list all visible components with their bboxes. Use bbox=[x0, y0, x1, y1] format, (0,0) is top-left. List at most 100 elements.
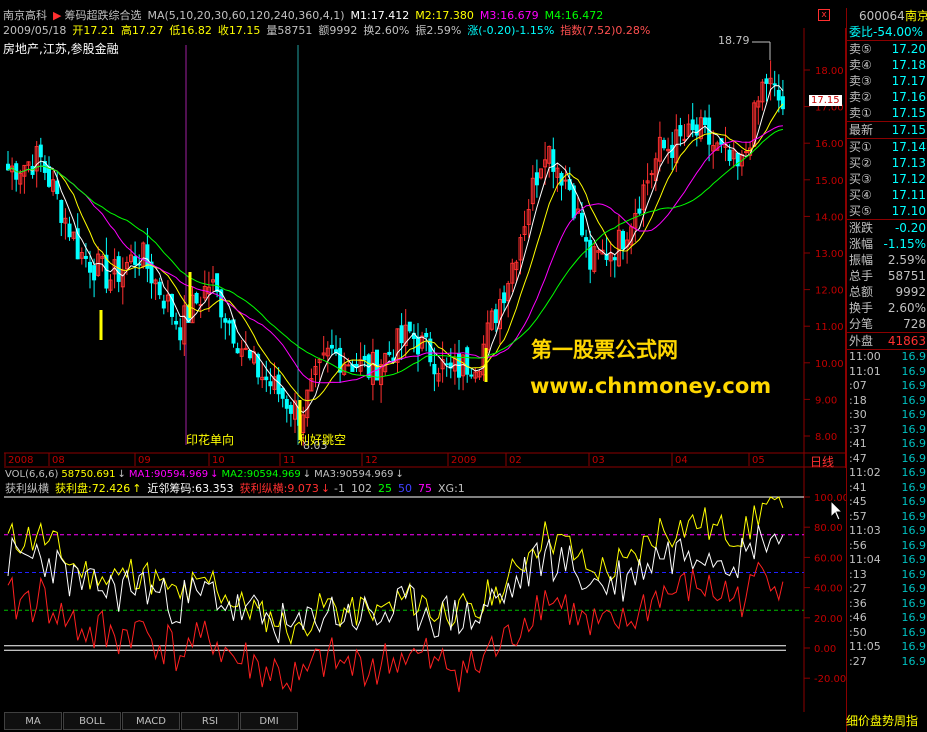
tick-time: 11:04 bbox=[849, 553, 881, 566]
outer-value: 41863 bbox=[887, 334, 926, 348]
annotation-good-news-gap: 利好跳空 bbox=[298, 433, 347, 447]
ask-row-5: 卖① 17.15 bbox=[847, 105, 927, 121]
stat-row-4: 总手 58751 bbox=[847, 268, 927, 284]
tick-time: :36 bbox=[849, 596, 867, 610]
candle-body bbox=[703, 117, 707, 126]
tick-row: :41 16.9 bbox=[847, 481, 927, 496]
stat-row-6-label: 换手 bbox=[849, 301, 874, 315]
candle-body bbox=[551, 149, 556, 172]
candle-body bbox=[502, 292, 507, 304]
tick-price: 16.9 bbox=[901, 422, 927, 436]
candle-body bbox=[92, 265, 97, 281]
price-axis-label: 11.00 bbox=[815, 322, 844, 333]
tick-row: :30 16.9 bbox=[847, 408, 927, 423]
ind-axis-label: 0.00 bbox=[814, 644, 836, 655]
ind-axis-label: 40.00 bbox=[814, 584, 843, 595]
date-axis-label: 08 bbox=[52, 455, 65, 466]
indicator-chart[interactable]: 100.0080.0060.0040.0020.000.00-20.00 bbox=[0, 467, 846, 712]
price-axis-label: 13.00 bbox=[815, 249, 844, 260]
tick-time: :30 bbox=[849, 408, 867, 421]
weibi-row: 委比-54.00% bbox=[847, 24, 927, 41]
candle-body bbox=[727, 149, 732, 162]
tick-row: :27 16.9 bbox=[847, 655, 927, 670]
candlestick-chart[interactable]: 18.0017.0016.0015.0014.0013.0012.0011.00… bbox=[0, 0, 846, 470]
price-axis-label: 18.00 bbox=[815, 66, 844, 77]
bid-row-2: 买② 17.13 bbox=[847, 155, 927, 171]
tab-rsi[interactable]: RSI bbox=[181, 712, 239, 730]
tick-price: 16.9 bbox=[901, 437, 927, 450]
candle-body bbox=[662, 139, 666, 149]
candle-body bbox=[215, 273, 220, 293]
bid-row-3-label: 买③ bbox=[849, 172, 872, 186]
tab-macd[interactable]: MACD bbox=[122, 712, 180, 730]
candle-body bbox=[465, 347, 470, 375]
candle-body bbox=[67, 223, 72, 238]
candle-body bbox=[178, 327, 183, 341]
stat-row-2: 涨幅 -1.15% bbox=[847, 236, 927, 252]
tick-price: 16.9 bbox=[901, 538, 927, 552]
tick-time: :47 bbox=[849, 451, 867, 465]
price-axis-label: 16.00 bbox=[815, 139, 844, 150]
price-axis-label: 9.00 bbox=[815, 395, 837, 406]
tick-price: 16.9 bbox=[901, 567, 927, 581]
zongheng-line bbox=[7, 561, 784, 693]
ind-axis-label: 20.00 bbox=[814, 614, 843, 625]
date-axis-label: 04 bbox=[675, 455, 688, 466]
signal-marker bbox=[188, 272, 192, 318]
stat-row-5-label: 总额 bbox=[849, 285, 874, 299]
bid-row-5: 买⑤ 17.10 bbox=[847, 203, 927, 219]
stat-row-1-value: -0.20 bbox=[894, 221, 926, 235]
stat-row-5: 总额 9992 bbox=[847, 284, 927, 300]
candle-body bbox=[235, 348, 240, 354]
tick-price: 16.9 bbox=[901, 596, 927, 610]
tick-time: 11:02 bbox=[849, 466, 881, 479]
bid-row-4: 买④ 17.11 bbox=[847, 187, 927, 203]
candle-body bbox=[38, 144, 43, 158]
price-axis-label: 12.00 bbox=[815, 286, 844, 297]
candle-body bbox=[563, 179, 568, 182]
tick-price: 16.9 bbox=[901, 611, 927, 624]
tick-time: :27 bbox=[849, 654, 867, 668]
tick-time: :57 bbox=[849, 509, 867, 523]
panel-bottom-tabs[interactable]: 细价盘势周指 bbox=[846, 710, 927, 732]
tick-row: 11:03 16.9 bbox=[847, 524, 927, 539]
ask-row-3: 卖③ 17.17 bbox=[847, 73, 927, 89]
candle-body bbox=[612, 257, 617, 261]
candle-body bbox=[346, 364, 351, 367]
stats-list: 涨跌 -0.20 涨幅 -1.15% 振幅 2.59% 总手 58751 总额 9992 换手 2.6… bbox=[847, 220, 927, 333]
tick-row: :18 16.9 bbox=[847, 394, 927, 409]
stat-row-2-value: -1.15% bbox=[883, 237, 926, 251]
ask-row-4-label: 卖② bbox=[849, 90, 872, 104]
candle-body bbox=[493, 309, 498, 324]
bid-row-5-value: 17.10 bbox=[891, 204, 926, 218]
candle-body bbox=[59, 199, 64, 223]
tick-time: :46 bbox=[849, 611, 867, 624]
weibi-value: 委比-54.00% bbox=[849, 25, 924, 39]
stat-row-7: 分笔 728 bbox=[847, 316, 927, 332]
tick-row: :50 16.9 bbox=[847, 626, 927, 641]
ask-row-1: 卖⑤ 17.20 bbox=[847, 41, 927, 57]
tick-row: :27 16.9 bbox=[847, 582, 927, 597]
mouse-cursor-icon bbox=[830, 500, 844, 521]
tick-time: :41 bbox=[849, 437, 867, 450]
tab-ma[interactable]: MA bbox=[4, 712, 62, 730]
stat-row-3: 振幅 2.59% bbox=[847, 252, 927, 268]
tick-row: :41 16.9 bbox=[847, 437, 927, 452]
tick-price: 16.9 bbox=[901, 582, 927, 595]
candle-body bbox=[83, 255, 88, 259]
ask-row-5-label: 卖① bbox=[849, 106, 872, 120]
candle-body bbox=[47, 166, 51, 187]
tick-row: :46 16.9 bbox=[847, 611, 927, 626]
bid-row-1: 买① 17.14 bbox=[847, 139, 927, 155]
tab-dmi[interactable]: DMI bbox=[240, 712, 298, 730]
watermark-url[interactable]: www.chnmoney.com bbox=[530, 374, 771, 398]
quote-title: 600064 南京 bbox=[847, 8, 927, 24]
bid-row-2-value: 17.13 bbox=[891, 156, 926, 170]
candle-body bbox=[776, 89, 781, 101]
tick-row: :37 16.9 bbox=[847, 423, 927, 438]
stat-row-2-label: 涨幅 bbox=[849, 237, 874, 251]
ind-axis-label: 80.00 bbox=[814, 523, 843, 534]
tab-boll[interactable]: BOLL bbox=[63, 712, 121, 730]
tick-price: 16.9 bbox=[901, 640, 927, 653]
candle-body bbox=[764, 78, 769, 84]
